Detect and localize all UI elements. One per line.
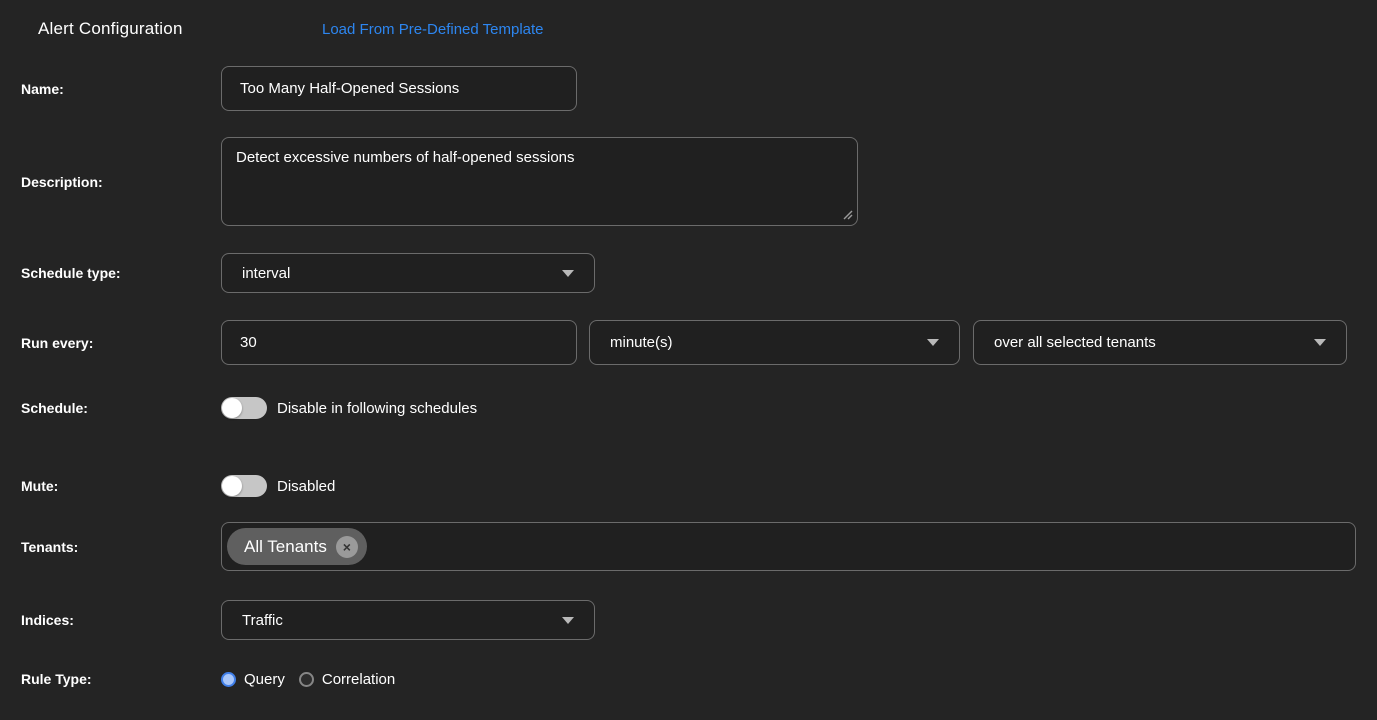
radio-correlation-label[interactable]: Correlation [322,671,395,688]
indices-label: Indices: [21,612,221,628]
radio-correlation[interactable] [299,672,314,687]
page-title: Alert Configuration [38,19,183,39]
run-every-row: Run every: minute(s) over all selected t… [21,320,1347,365]
rule-type-row: Rule Type: Query Correlation [21,666,395,692]
description-row: Description: Detect excessive numbers of… [21,137,858,226]
run-every-scope-select[interactable]: over all selected tenants [973,320,1347,365]
run-every-label: Run every: [21,335,221,351]
chevron-down-icon [927,339,939,346]
run-every-unit-select[interactable]: minute(s) [589,320,960,365]
indices-row: Indices: Traffic [21,600,595,640]
mute-toggle-label: Disabled [277,478,335,495]
tenant-chip: All Tenants × [227,528,367,565]
chevron-down-icon [1314,339,1326,346]
description-label: Description: [21,174,221,190]
schedule-row: Schedule: Disable in following schedules [21,395,477,421]
schedule-label: Schedule: [21,400,221,416]
description-textarea[interactable]: Detect excessive numbers of half-opened … [221,137,858,226]
indices-select[interactable]: Traffic [221,600,595,640]
remove-tenant-icon[interactable]: × [336,536,358,558]
rule-type-radio-group: Query Correlation [221,671,395,688]
mute-label: Mute: [21,478,221,494]
rule-type-label: Rule Type: [21,671,221,687]
mute-toggle[interactable] [221,475,267,497]
name-input[interactable] [221,66,577,111]
schedule-type-selected-value: interval [242,265,290,282]
radio-query-label[interactable]: Query [244,671,285,688]
indices-selected-value: Traffic [242,612,283,629]
schedule-toggle[interactable] [221,397,267,419]
schedule-type-row: Schedule type: interval [21,253,595,293]
tenant-chip-label: All Tenants [244,537,327,557]
tenants-row: Tenants: All Tenants × [21,522,1356,571]
run-every-scope-selected-value: over all selected tenants [994,334,1156,351]
toggle-knob [222,476,242,496]
name-row: Name: [21,66,577,111]
chevron-down-icon [562,270,574,277]
toggle-knob [222,398,242,418]
tenants-input[interactable]: All Tenants × [221,522,1356,571]
name-label: Name: [21,81,221,97]
tenants-label: Tenants: [21,539,221,555]
chevron-down-icon [562,617,574,624]
schedule-type-label: Schedule type: [21,265,221,281]
mute-row: Mute: Disabled [21,473,335,499]
schedule-type-select[interactable]: interval [221,253,595,293]
run-every-value-input[interactable] [221,320,577,365]
radio-query[interactable] [221,672,236,687]
schedule-toggle-label: Disable in following schedules [277,400,477,417]
run-every-unit-selected-value: minute(s) [610,334,673,351]
load-template-link[interactable]: Load From Pre-Defined Template [322,21,544,38]
